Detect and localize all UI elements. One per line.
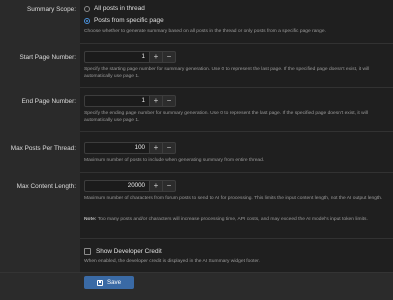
save-button-label: Save (106, 279, 122, 286)
radio-specific-page-label: Posts from specific page (94, 17, 164, 24)
max-content-hint: Maximum number of characters from forum … (84, 196, 383, 201)
max-content-note: Note: Too many posts and/or characters w… (84, 217, 384, 224)
summary-scope-label: Summary Scope: (26, 6, 76, 13)
developer-credit-option[interactable]: Show Developer Credit (84, 248, 162, 255)
divider (80, 131, 393, 132)
start-page-stepper: 1 + − (84, 51, 176, 63)
form-footer (0, 272, 393, 300)
divider (80, 87, 393, 88)
save-button[interactable]: Save (84, 276, 134, 289)
radio-all-posts-label: All posts in thread (94, 5, 145, 12)
max-posts-decrement-button[interactable]: − (163, 142, 176, 154)
note-label: Note: (84, 217, 97, 222)
divider (80, 238, 393, 239)
max-content-stepper: 20000 + − (84, 180, 176, 192)
start-page-input[interactable]: 1 (84, 51, 150, 63)
max-posts-stepper: 100 + − (84, 142, 176, 154)
start-page-label: Start Page Number: (19, 54, 76, 61)
field-column (80, 0, 393, 272)
developer-credit-label: Show Developer Credit (96, 248, 162, 255)
radio-specific-page[interactable]: Posts from specific page (84, 17, 164, 24)
settings-panel: Summary Scope: All posts in thread Posts… (0, 0, 393, 300)
summary-scope-hint: Choose whether to generate summary based… (84, 29, 326, 34)
end-page-increment-button[interactable]: + (150, 95, 163, 107)
developer-credit-checkbox[interactable] (84, 248, 91, 255)
start-page-hint: Specify the starting page number for sum… (84, 67, 370, 79)
developer-credit-hint: When enabled, the developer credit is di… (84, 259, 260, 264)
max-posts-hint: Maximum number of posts to include when … (84, 158, 265, 163)
max-content-decrement-button[interactable]: − (163, 180, 176, 192)
max-content-label: Max Content Length: (16, 183, 76, 190)
end-page-label: End Page Number: (21, 98, 76, 105)
max-posts-increment-button[interactable]: + (150, 142, 163, 154)
end-page-stepper: 1 + − (84, 95, 176, 107)
save-icon (96, 279, 103, 286)
note-text: Too many posts and/or characters will in… (97, 217, 368, 222)
max-posts-input[interactable]: 100 (84, 142, 150, 154)
radio-all-posts-indicator[interactable] (84, 5, 90, 12)
radio-specific-page-indicator[interactable] (84, 17, 90, 24)
radio-all-posts[interactable]: All posts in thread (84, 5, 145, 12)
max-content-increment-button[interactable]: + (150, 180, 163, 192)
end-page-input[interactable]: 1 (84, 95, 150, 107)
start-page-increment-button[interactable]: + (150, 51, 163, 63)
end-page-decrement-button[interactable]: − (163, 95, 176, 107)
max-content-input[interactable]: 20000 (84, 180, 150, 192)
start-page-decrement-button[interactable]: − (163, 51, 176, 63)
max-posts-label: Max Posts Per Thread: (10, 145, 76, 152)
divider (80, 172, 393, 173)
end-page-hint: Specify the ending page number for summa… (84, 111, 368, 123)
divider (80, 43, 393, 44)
